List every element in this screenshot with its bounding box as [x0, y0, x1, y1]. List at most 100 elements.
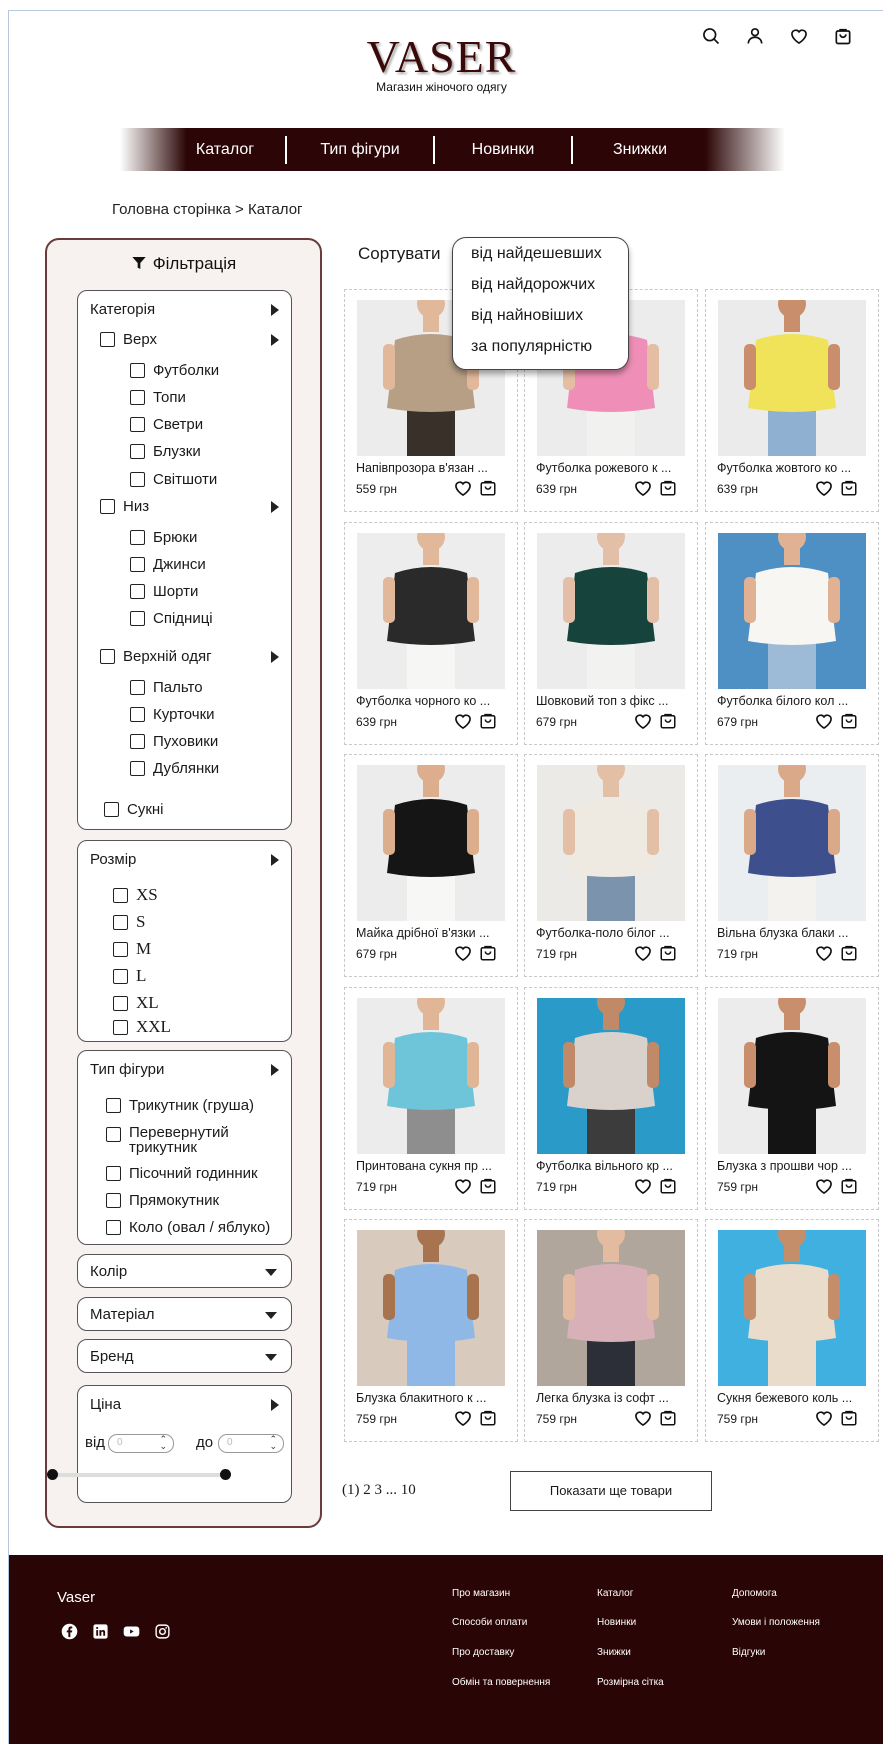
- product-image[interactable]: [718, 765, 866, 921]
- checkbox-size-xxl[interactable]: XXL: [113, 1017, 171, 1037]
- bag-icon[interactable]: [659, 711, 677, 731]
- bag-icon[interactable]: [840, 1176, 858, 1196]
- product-image[interactable]: [718, 1230, 866, 1386]
- checkbox-figure-triangle[interactable]: Трикутник (груша): [106, 1097, 254, 1114]
- heart-icon[interactable]: [633, 1176, 653, 1196]
- product-image[interactable]: [718, 300, 866, 456]
- product-image[interactable]: [357, 1230, 505, 1386]
- nav-catalog[interactable]: Каталог: [165, 141, 285, 159]
- product-card[interactable]: Футболка чорного ко ... 639 грн: [344, 522, 518, 745]
- footer-link-terms[interactable]: Умови і положення: [732, 1617, 820, 1628]
- slider-max-handle[interactable]: [220, 1469, 231, 1480]
- product-name[interactable]: Легка блузка із софт ...: [536, 1391, 696, 1405]
- bag-icon[interactable]: [659, 478, 677, 498]
- price-to-input[interactable]: 0 ⌃ ⌄: [218, 1434, 284, 1453]
- expand-arrow-icon[interactable]: [271, 854, 279, 866]
- facebook-icon[interactable]: [61, 1623, 78, 1640]
- product-name[interactable]: Блузка блакитного к ...: [356, 1391, 516, 1405]
- heart-icon[interactable]: [814, 478, 834, 498]
- checkbox-trousers[interactable]: Брюки: [130, 529, 197, 546]
- product-card[interactable]: Блузка блакитного к ... 759 грн: [344, 1219, 518, 1442]
- expand-arrow-icon[interactable]: [271, 1399, 279, 1411]
- expand-arrow-icon[interactable]: [271, 501, 279, 513]
- product-card[interactable]: Шовковий топ з фікс ... 679 грн: [524, 522, 698, 745]
- footer-brand[interactable]: Vaser: [57, 1589, 95, 1606]
- category-label[interactable]: Категорія: [90, 301, 155, 318]
- bag-icon[interactable]: [479, 711, 497, 731]
- product-card[interactable]: Футболка жовтого ко ... 639 грн: [705, 289, 879, 512]
- product-card[interactable]: Легка блузка із софт ... 759 грн: [524, 1219, 698, 1442]
- product-name[interactable]: Сукня бежевого коль ...: [717, 1391, 877, 1405]
- footer-link-help[interactable]: Допомога: [732, 1588, 777, 1599]
- product-name[interactable]: Принтована сукня пр ...: [356, 1159, 516, 1173]
- heart-icon[interactable]: [814, 1176, 834, 1196]
- product-name[interactable]: Напівпрозора в'язан ...: [356, 461, 516, 475]
- product-card[interactable]: Футболка білого кол ... 679 грн: [705, 522, 879, 745]
- heart-icon[interactable]: [453, 478, 473, 498]
- footer-link-new[interactable]: Новинки: [597, 1617, 636, 1628]
- product-name[interactable]: Футболка чорного ко ...: [356, 694, 516, 708]
- footer-link-about[interactable]: Про магазин: [452, 1588, 510, 1599]
- product-name[interactable]: Блузка з прошви чор ...: [717, 1159, 877, 1173]
- bag-icon[interactable]: [840, 711, 858, 731]
- heart-icon[interactable]: [453, 711, 473, 731]
- bag-icon[interactable]: [840, 478, 858, 498]
- expand-arrow-icon[interactable]: [271, 1064, 279, 1076]
- checkbox-figure-hourglass[interactable]: Пісочний годинник: [106, 1165, 258, 1182]
- footer-link-size-chart[interactable]: Розмірна сітка: [597, 1677, 664, 1688]
- instagram-icon[interactable]: [154, 1623, 171, 1640]
- product-image[interactable]: [537, 533, 685, 689]
- figure-type-label[interactable]: Тип фігури: [90, 1061, 164, 1078]
- product-name[interactable]: Футболка вільного кр ...: [536, 1159, 696, 1173]
- product-name[interactable]: Вільна блузка блаки ...: [717, 926, 877, 940]
- product-card[interactable]: Футболка вільного кр ... 719 грн: [524, 987, 698, 1210]
- product-image[interactable]: [357, 765, 505, 921]
- sort-option-popular[interactable]: за популярністю: [471, 338, 592, 356]
- heart-icon[interactable]: [453, 1408, 473, 1428]
- bag-icon[interactable]: [840, 1408, 858, 1428]
- nav-figure-type[interactable]: Тип фігури: [287, 141, 433, 159]
- checkbox-outerwear[interactable]: Верхній одяг: [100, 648, 212, 665]
- checkbox-size-l[interactable]: L: [113, 966, 146, 986]
- stepper-icon[interactable]: ⌃ ⌄: [159, 1435, 167, 1451]
- checkbox-size-s[interactable]: S: [113, 912, 145, 932]
- heart-icon[interactable]: [814, 943, 834, 963]
- checkbox-figure-rectangle[interactable]: Прямокутник: [106, 1192, 219, 1209]
- sort-label[interactable]: Сортувати: [358, 244, 441, 264]
- bag-icon[interactable]: [659, 1408, 677, 1428]
- checkbox-down-jackets[interactable]: Пуховики: [130, 733, 218, 750]
- checkbox-figure-oval[interactable]: Коло (овал / яблуко): [106, 1219, 270, 1236]
- bag-icon[interactable]: [479, 1408, 497, 1428]
- product-image[interactable]: [537, 1230, 685, 1386]
- slider-min-handle[interactable]: [47, 1469, 58, 1480]
- search-icon[interactable]: [701, 26, 721, 46]
- checkbox-sheepskin[interactable]: Дублянки: [130, 760, 219, 777]
- footer-link-sale[interactable]: Знижки: [597, 1647, 631, 1658]
- checkbox-size-xl[interactable]: XL: [113, 993, 159, 1013]
- price-from-input[interactable]: 0 ⌃ ⌄: [108, 1434, 174, 1453]
- product-name[interactable]: Футболка рожевого к ...: [536, 461, 696, 475]
- color-dropdown[interactable]: Колір: [77, 1254, 292, 1288]
- footer-link-reviews[interactable]: Відгуки: [732, 1647, 765, 1658]
- bag-icon[interactable]: [479, 478, 497, 498]
- bag-icon[interactable]: [479, 943, 497, 963]
- price-range-slider[interactable]: [47, 1469, 231, 1480]
- expand-arrow-icon[interactable]: [271, 304, 279, 316]
- pagination[interactable]: (1) 2 3 ... 10: [342, 1482, 416, 1499]
- expand-arrow-icon[interactable]: [271, 651, 279, 663]
- checkbox-blouses[interactable]: Блузки: [130, 443, 201, 460]
- brand-dropdown[interactable]: Бренд: [77, 1339, 292, 1373]
- product-card[interactable]: Вільна блузка блаки ... 719 грн: [705, 754, 879, 977]
- checkbox-tops[interactable]: Топи: [130, 389, 186, 406]
- product-card[interactable]: Футболка-поло білог ... 719 грн: [524, 754, 698, 977]
- sort-option-newest[interactable]: від найновіших: [471, 307, 583, 325]
- checkbox-size-xs[interactable]: XS: [113, 885, 158, 905]
- heart-icon[interactable]: [633, 711, 653, 731]
- heart-icon[interactable]: [453, 1176, 473, 1196]
- product-image[interactable]: [718, 998, 866, 1154]
- product-image[interactable]: [357, 533, 505, 689]
- checkbox-sweaters[interactable]: Светри: [130, 416, 203, 433]
- heart-icon[interactable]: [633, 478, 653, 498]
- heart-icon[interactable]: [453, 943, 473, 963]
- sort-option-expensive[interactable]: від найдорожчих: [471, 276, 595, 294]
